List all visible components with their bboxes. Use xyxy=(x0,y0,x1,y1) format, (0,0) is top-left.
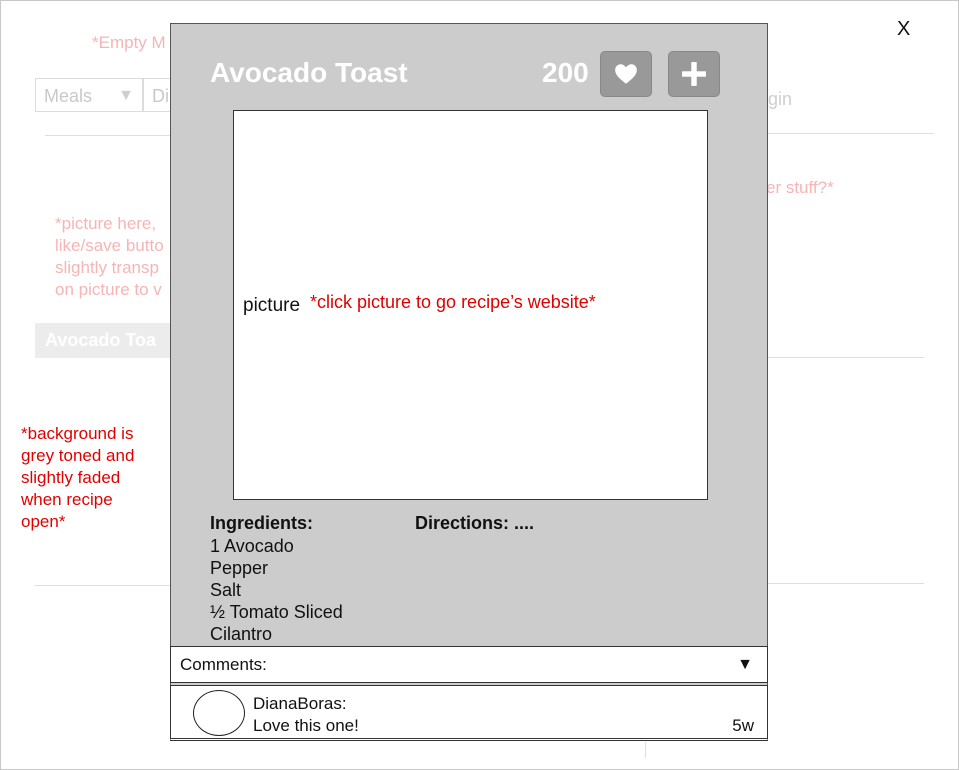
bg-divider xyxy=(768,583,924,584)
bg-divider xyxy=(768,133,934,134)
recipe-modal: Avocado Toast 200 picture *click picture… xyxy=(170,23,768,741)
bg-picture-note: *picture here, like/save butto slightly … xyxy=(55,213,170,301)
bg-divider xyxy=(645,742,646,758)
comment-text: Love this one! xyxy=(253,716,359,735)
comments-label: Comments: xyxy=(180,655,267,674)
ingredient-item: Salt xyxy=(210,580,242,600)
recipe-title: Avocado Toast xyxy=(210,57,408,88)
bg-meals-dropdown-label: Meals xyxy=(44,86,93,106)
like-count: 200 xyxy=(542,57,589,88)
avatar xyxy=(193,690,245,736)
bg-chevron-down-icon: ▼ xyxy=(118,87,134,104)
directions-heading: Directions: .... xyxy=(415,513,535,533)
bg-other-stuff-note: er stuff?* xyxy=(766,178,834,197)
background-annotation: *background is grey toned and slightly f… xyxy=(21,424,135,531)
bg-recipe-card-title: Avocado Toa xyxy=(35,323,170,358)
bg-meals-dropdown: Meals ▼ xyxy=(35,78,143,112)
chevron-down-icon: ▼ xyxy=(737,656,753,673)
add-recipe-button[interactable] xyxy=(668,51,720,97)
like-button[interactable] xyxy=(600,51,652,97)
comments-dropdown[interactable]: Comments: ▼ xyxy=(170,646,768,683)
heart-icon xyxy=(615,64,637,84)
bg-divider xyxy=(35,585,170,586)
bg-divider xyxy=(768,357,924,358)
plus-icon xyxy=(682,62,706,86)
bg-second-dropdown: Di xyxy=(143,78,173,112)
ingredient-item: ½ Tomato Sliced xyxy=(210,602,343,622)
comment-user: DianaBoras: xyxy=(253,694,347,713)
bg-login-link: gin xyxy=(768,89,793,109)
comment-time: 5w xyxy=(732,716,754,735)
bg-divider xyxy=(45,135,170,136)
ingredients-list: 1 Avocado Pepper Salt ½ Tomato Sliced Ci… xyxy=(210,535,343,645)
bg-empty-meals-note: *Empty M xyxy=(92,33,166,52)
bg-picture-note-line: *picture here, xyxy=(55,214,157,233)
comment-item: DianaBoras: Love this one! 5w xyxy=(170,685,768,741)
bg-picture-note-line: on picture to v xyxy=(55,280,162,299)
ingredient-item: Pepper xyxy=(210,558,269,578)
ingredients-heading: Ingredients: xyxy=(210,513,314,533)
picture-label: picture xyxy=(243,295,301,316)
picture-annotation: *click picture to go recipe’s website* xyxy=(310,292,596,312)
ingredient-item: Cilantro xyxy=(210,624,273,644)
close-button[interactable]: X xyxy=(897,18,910,41)
ingredient-item: 1 Avocado xyxy=(210,536,294,556)
recipe-picture[interactable]: picture *click picture to go recipe’s we… xyxy=(233,110,708,500)
bg-picture-note-line: slightly transp xyxy=(55,258,159,277)
bg-picture-note-line: like/save butto xyxy=(55,236,164,255)
